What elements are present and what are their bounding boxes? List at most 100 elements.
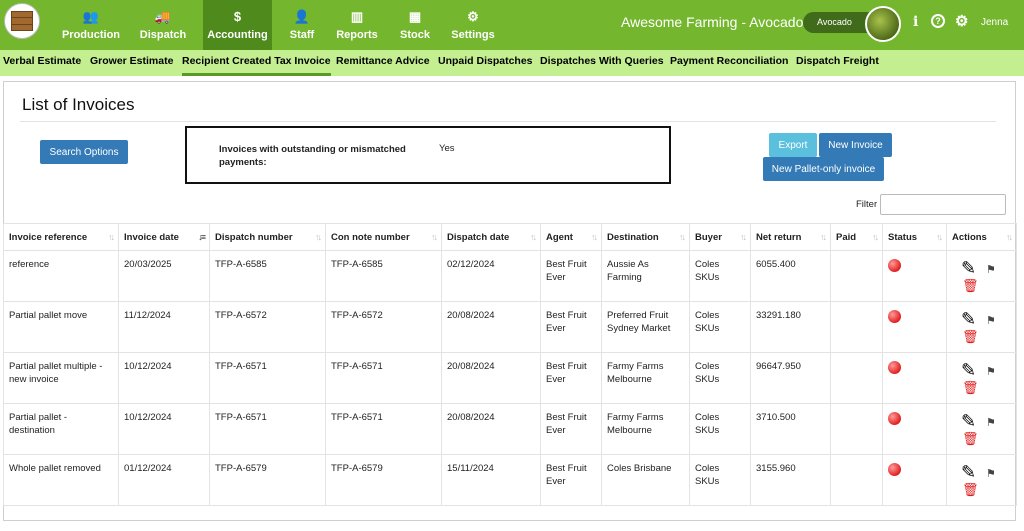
sort-icon: ↑↓ — [530, 232, 537, 242]
edit-icon[interactable]: ✎ — [961, 412, 976, 430]
help-icon[interactable]: ? — [931, 14, 945, 28]
flag-icon[interactable]: ⚑ — [986, 264, 996, 277]
nav-stock[interactable]: ▦ Stock — [397, 0, 433, 50]
cell-actions: ✎ ⚑ 🗑 — [946, 403, 1017, 455]
cell-status — [882, 250, 947, 302]
status-red-icon — [888, 361, 901, 374]
subnav-payment-reconciliation[interactable]: Payment Reconciliation — [670, 50, 788, 76]
sort-icon: ↑↓ — [872, 232, 879, 242]
subnav-dispatch-freight[interactable]: Dispatch Freight — [796, 50, 879, 76]
cell-paid — [830, 454, 883, 506]
col-actions[interactable]: Actions ↑↓ — [946, 223, 1017, 251]
col-destination[interactable]: Destination ↑↓ — [601, 223, 690, 251]
col-dispatch-number[interactable]: Dispatch number ↑↓ — [209, 223, 326, 251]
col-status[interactable]: Status ↑↓ — [882, 223, 947, 251]
subnav-verbal-estimate[interactable]: Verbal Estimate — [3, 50, 81, 76]
subnav-grower-estimate[interactable]: Grower Estimate — [90, 50, 173, 76]
nav-reports[interactable]: ▥ Reports — [334, 0, 380, 50]
dollar-icon: $ — [233, 9, 242, 24]
nav-label: Staff — [289, 29, 315, 41]
cell-agent: Best Fruit Ever — [540, 352, 602, 404]
col-agent[interactable]: Agent ↑↓ — [540, 223, 602, 251]
cell-agent: Best Fruit Ever — [540, 454, 602, 506]
subnav-rcti[interactable]: Recipient Created Tax Invoice — [182, 50, 331, 76]
table-row[interactable]: Partial pallet multiple - new invoice 10… — [3, 352, 1017, 404]
cell-dispatch-number: TFP-A-6571 — [209, 352, 326, 404]
outstanding-label: Invoices with outstanding or mismatched … — [219, 144, 406, 168]
col-dispatch-date[interactable]: Dispatch date ↑↓ — [441, 223, 541, 251]
export-button[interactable]: Export — [769, 133, 817, 157]
flag-icon[interactable]: ⚑ — [986, 468, 996, 481]
cell-buyer: Coles SKUs — [689, 454, 751, 506]
cell-buyer: Coles SKUs — [689, 250, 751, 302]
search-options-button[interactable]: Search Options — [40, 140, 128, 164]
table-row[interactable]: reference 20/03/2025 TFP-A-6585 TFP-A-65… — [3, 250, 1017, 302]
col-invoice-date[interactable]: Invoice date ↓≡ — [118, 223, 210, 251]
info-icon[interactable]: i — [913, 14, 918, 30]
farm-logo[interactable] — [4, 3, 40, 39]
nav-settings[interactable]: ⚙ Settings — [450, 0, 496, 50]
user-name[interactable]: Jenna — [981, 17, 1008, 28]
nav-staff[interactable]: 👤 Staff — [282, 0, 322, 50]
new-pallet-invoice-button[interactable]: New Pallet-only invoice — [763, 157, 884, 181]
trash-icon[interactable]: 🗑 — [962, 432, 979, 445]
subnav-remittance-advice[interactable]: Remittance Advice — [336, 50, 430, 76]
cell-agent: Best Fruit Ever — [540, 250, 602, 302]
trash-icon[interactable]: 🗑 — [962, 330, 979, 343]
cell-dispatch-date: 20/08/2024 — [441, 352, 541, 404]
edit-icon[interactable]: ✎ — [961, 310, 976, 328]
cell-paid — [830, 352, 883, 404]
cell-destination: Preferred Fruit Sydney Market — [601, 301, 690, 353]
outstanding-payments-box: Invoices with outstanding or mismatched … — [185, 126, 671, 184]
page-title: List of Invoices — [22, 95, 135, 114]
outstanding-value: Yes — [439, 143, 455, 154]
cell-actions: ✎ ⚑ 🗑 — [946, 454, 1017, 506]
nav-production[interactable]: 👥 Production — [57, 0, 125, 50]
subnav-dispatches-with-queries[interactable]: Dispatches With Queries — [540, 50, 664, 76]
app-title: Awesome Farming - Avocados — [621, 14, 811, 30]
table-row[interactable]: Partial pallet - destination 10/12/2024 … — [3, 403, 1017, 455]
nav-accounting[interactable]: $ Accounting — [203, 0, 272, 50]
cell-destination: Coles Brisbane — [601, 454, 690, 506]
cell-dispatch-date: 15/11/2024 — [441, 454, 541, 506]
col-buyer[interactable]: Buyer ↑↓ — [689, 223, 751, 251]
cell-paid — [830, 403, 883, 455]
trash-icon[interactable]: 🗑 — [962, 279, 979, 292]
subnav-unpaid-dispatches[interactable]: Unpaid Dispatches — [438, 50, 533, 76]
cell-net-return: 96647.950 — [750, 352, 831, 404]
nav-label: Stock — [400, 29, 430, 41]
cell-dispatch-number: TFP-A-6585 — [209, 250, 326, 302]
flag-icon[interactable]: ⚑ — [986, 417, 996, 430]
cell-invoice-date: 01/12/2024 — [118, 454, 210, 506]
filter-input[interactable] — [880, 194, 1006, 215]
table-row[interactable]: Whole pallet removed 01/12/2024 TFP-A-65… — [3, 454, 1017, 506]
sort-icon: ↑↓ — [679, 232, 686, 242]
cell-con-note-number: TFP-A-6585 — [325, 250, 442, 302]
nav-dispatch[interactable]: 🚚 Dispatch — [131, 0, 195, 50]
avatar[interactable] — [865, 6, 901, 42]
cell-destination: Farmy Farms Melbourne — [601, 352, 690, 404]
col-net-return[interactable]: Net return ↑↓ — [750, 223, 831, 251]
trash-icon[interactable]: 🗑 — [962, 483, 979, 496]
edit-icon[interactable]: ✎ — [961, 361, 976, 379]
cell-invoice-reference: Whole pallet removed — [3, 454, 119, 506]
cell-status — [882, 352, 947, 404]
col-paid[interactable]: Paid ↑↓ — [830, 223, 883, 251]
new-invoice-button[interactable]: New Invoice — [819, 133, 892, 157]
sort-icon: ↑↓ — [820, 232, 827, 242]
edit-icon[interactable]: ✎ — [961, 259, 976, 277]
flag-icon[interactable]: ⚑ — [986, 315, 996, 328]
cell-dispatch-number: TFP-A-6571 — [209, 403, 326, 455]
nav-label: Production — [61, 29, 121, 41]
crate-icon — [11, 11, 33, 31]
col-invoice-reference[interactable]: Invoice reference ↑↓ — [3, 223, 119, 251]
flag-icon[interactable]: ⚑ — [986, 366, 996, 379]
table-header-row: Invoice reference ↑↓ Invoice date ↓≡ Dispa… — [3, 223, 1017, 251]
cell-invoice-reference: reference — [3, 250, 119, 302]
settings-gear-icon[interactable]: ⚙ — [955, 12, 968, 30]
trash-icon[interactable]: 🗑 — [962, 381, 979, 394]
table-row[interactable]: Partial pallet move 11/12/2024 TFP-A-657… — [3, 301, 1017, 353]
edit-icon[interactable]: ✎ — [961, 463, 976, 481]
col-con-note-number[interactable]: Con note number ↑↓ — [325, 223, 442, 251]
cell-dispatch-date: 02/12/2024 — [441, 250, 541, 302]
